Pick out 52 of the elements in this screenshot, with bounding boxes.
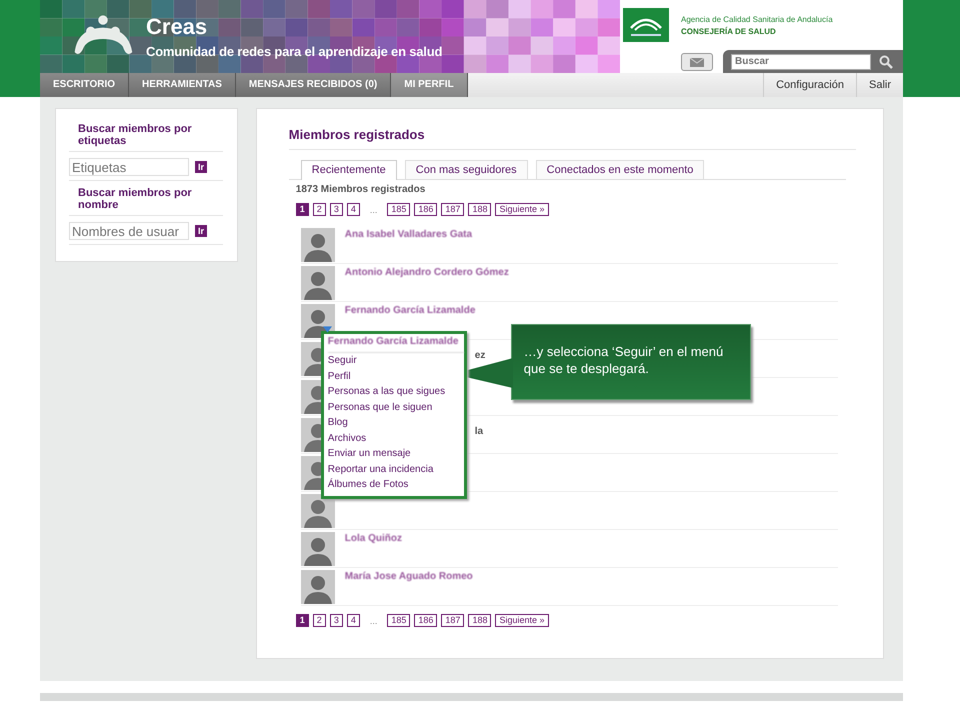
page-link[interactable]: 188 xyxy=(468,614,492,627)
page-link[interactable]: 187 xyxy=(441,614,464,627)
go-button[interactable]: Ir xyxy=(195,161,208,173)
page-link[interactable]: Siguiente » xyxy=(495,614,549,627)
menu-item[interactable]: Perfil xyxy=(328,368,464,384)
ellipsis: ... xyxy=(368,616,378,626)
page-link[interactable]: 187 xyxy=(441,203,464,216)
page-link[interactable]: 2 xyxy=(312,203,326,216)
page-link[interactable]: 186 xyxy=(414,614,438,627)
page-link[interactable]: 1 xyxy=(296,614,309,627)
input-field[interactable]: Etiquetas xyxy=(69,158,189,176)
member-name[interactable]: la xyxy=(474,426,484,437)
page-link[interactable]: 4 xyxy=(346,203,360,216)
member-count: 1873 Miembros registrados xyxy=(296,184,426,195)
page-link[interactable]: Siguiente » xyxy=(495,203,549,216)
member-name[interactable]: ez xyxy=(474,350,486,361)
go-button[interactable]: Ir xyxy=(195,225,208,237)
menu-item[interactable]: Seguir xyxy=(328,353,464,368)
callout: …y selecciona ‘Seguir’ en el menú que se te desplegará. xyxy=(510,324,751,400)
nav-tab[interactable]: MENSAJES RECIBIDOS (0) xyxy=(236,73,392,97)
menu-item[interactable]: Personas que le siguen xyxy=(328,400,464,415)
page-link[interactable]: 185 xyxy=(387,614,410,627)
page-link[interactable]: 185 xyxy=(387,203,410,216)
menu-item[interactable]: Blog xyxy=(328,415,464,430)
menu-item[interactable]: Archivos xyxy=(328,430,464,446)
site-subtitle: Comunidad de redes para el aprendizaje en salud xyxy=(146,44,442,59)
nav-tab[interactable]: ESCRITORIO xyxy=(40,73,130,97)
search-field[interactable]: Buscar xyxy=(731,54,871,70)
page-link[interactable]: 1 xyxy=(296,203,309,216)
section-heading: Buscar miembros por etiquetas xyxy=(69,123,223,152)
menu-item[interactable]: Reportar una incidencia xyxy=(328,462,464,477)
page-link[interactable]: 186 xyxy=(414,203,438,216)
section-heading: Buscar miembros por nombre xyxy=(69,187,223,216)
input-field[interactable]: Nombres de usuar xyxy=(69,222,189,240)
ellipsis: ... xyxy=(368,204,378,214)
menu-item[interactable]: Álbumes de Fotos xyxy=(328,477,464,492)
site-title: Creas xyxy=(146,14,208,40)
menu-item[interactable]: Personas a las que sigues xyxy=(328,384,464,400)
agency-name: Agencia de Calidad Sanitaria de Andalucía xyxy=(681,14,833,24)
nav-tab[interactable]: HERRAMIENTAS xyxy=(129,73,236,97)
page-link[interactable]: 2 xyxy=(312,614,326,627)
menu-item[interactable]: Enviar un mensaje xyxy=(328,446,464,462)
page-link[interactable]: 4 xyxy=(346,614,360,627)
tab[interactable]: Conectados en este momento xyxy=(536,160,704,179)
ministry-name: CONSEJERÍA DE SALUD xyxy=(681,26,777,36)
page-link[interactable]: 188 xyxy=(468,203,492,216)
tab[interactable]: Recientemente xyxy=(300,160,397,180)
member-name: Fernando García Lizamalde xyxy=(328,334,464,353)
page-heading: Miembros registrados xyxy=(288,127,856,150)
page-link[interactable]: 3 xyxy=(330,614,343,627)
page-link[interactable]: 3 xyxy=(330,203,343,216)
tab[interactable]: Con mas seguidores xyxy=(404,160,528,179)
